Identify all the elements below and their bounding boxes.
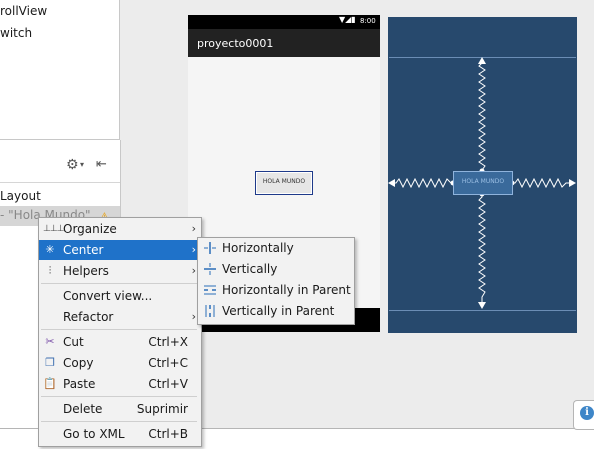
submenu-item-horizontally[interactable]: Horizontally [198,238,353,259]
submenu-item-vertically-in-parent[interactable]: Vertically in Parent [198,301,353,322]
submenu-item-label: Vertically [222,262,278,276]
menu-item-label: Paste [63,377,96,391]
menu-item-paste[interactable]: 📋 Paste Ctrl+V [39,374,200,394]
signal-wifi-battery-icon: ▼◢▮ [339,15,356,24]
panel-divider[interactable] [119,0,120,139]
cut-icon: ✂ [45,335,55,348]
collapse-panel-icon[interactable]: ⇤ [96,157,112,173]
menu-item-label: Copy [63,356,94,370]
menu-item-copy[interactable]: ❐ Copy Ctrl+C [39,353,200,373]
menu-item-shortcut: Suprimir [136,402,188,416]
menu-item-label: Center [63,243,104,257]
menu-item-organize[interactable]: ⊥⊥⊥ Organize › [39,219,200,239]
submenu-item-horizontally-in-parent[interactable]: Horizontally in Parent [198,280,353,301]
menu-item-label: Cut [63,335,84,349]
app-title: proyecto0001 [197,37,274,50]
palette-item-scrollview[interactable]: rollView [0,4,47,18]
helpers-icon: ⫶ [48,264,52,277]
submenu-item-label: Horizontally in Parent [222,283,351,297]
chevron-right-icon: › [191,310,196,323]
center-horizontally-parent-icon [204,285,216,295]
tree-item-layout[interactable]: Layout [0,189,41,203]
organize-icon: ⊥⊥⊥ [43,224,65,234]
menu-item-label: Delete [63,402,103,416]
paste-icon: 📋 [43,377,57,390]
menu-item-cut[interactable]: ✂ Cut Ctrl+X [39,332,200,352]
menu-item-shortcut: Ctrl+X [148,335,188,349]
hola-mundo-button-label: HOLA MUNDO [262,178,306,185]
menu-item-helpers[interactable]: ⫶ Helpers › [39,261,200,281]
menu-item-label: Organize [63,222,117,236]
chevron-right-icon: › [191,222,196,235]
menu-item-label: Helpers [63,264,109,278]
menu-item-go-to-xml[interactable]: Go to XML Ctrl+B [39,424,200,444]
menu-item-label: Convert view... [63,289,153,303]
menu-item-label: Go to XML [63,427,125,441]
info-icon[interactable]: i [580,406,594,420]
menu-item-label: Refactor [63,310,114,324]
copy-icon: ❐ [45,356,55,369]
menu-separator [41,396,197,397]
menu-item-convert-view[interactable]: Convert view... [39,286,200,306]
palette-panel: rollView witch [0,0,120,140]
center-horizontally-icon [204,242,216,254]
blueprint-button-label: HOLA MUNDO [461,178,505,185]
chevron-right-icon: › [191,264,196,277]
menu-item-refactor[interactable]: Refactor › [39,307,200,327]
menu-item-shortcut: Ctrl+C [148,356,188,370]
menu-item-delete[interactable]: Delete Suprimir [39,399,200,419]
chevron-down-icon[interactable]: ▾ [80,160,88,170]
center-icon: ✳ [45,243,55,256]
status-time: 8:00 [360,17,376,25]
submenu-item-label: Horizontally [222,241,294,255]
center-vertically-parent-icon [205,305,215,317]
menu-item-shortcut: Ctrl+B [148,427,188,441]
submenu-item-vertically[interactable]: Vertically [198,259,353,280]
menu-separator [41,283,197,284]
menu-item-shortcut: Ctrl+V [148,377,188,391]
palette-item-switch[interactable]: witch [0,26,32,40]
menu-separator [41,421,197,422]
menu-separator [41,329,197,330]
center-vertically-icon [204,263,216,275]
chevron-right-icon: › [191,243,196,256]
submenu-item-label: Vertically in Parent [222,304,335,318]
menu-item-center[interactable]: ✳ Center › [39,240,200,260]
